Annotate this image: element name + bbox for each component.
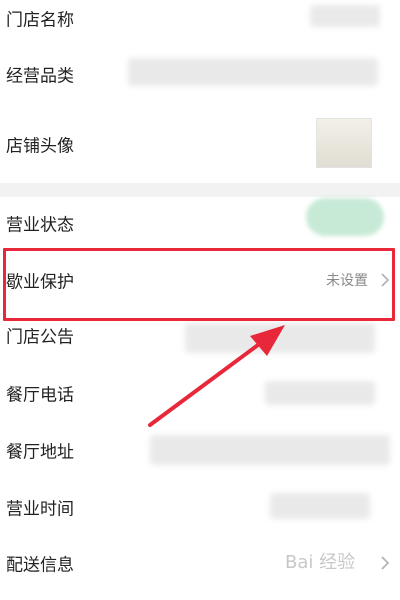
business-status-label: 营业状态 <box>6 215 74 236</box>
baidu-watermark: Bai 经验 <box>285 552 356 573</box>
store-name-label: 门店名称 <box>6 10 74 31</box>
phone-label: 餐厅电话 <box>6 385 74 406</box>
phone-value-blurred <box>265 381 375 405</box>
highlight-box <box>3 248 395 321</box>
row-address[interactable]: 餐厅地址 <box>0 421 400 480</box>
store-avatar[interactable] <box>316 118 372 168</box>
store-notice-value-blurred <box>185 323 375 353</box>
address-label: 餐厅地址 <box>6 442 74 463</box>
chevron-right-icon <box>381 556 390 570</box>
row-business-hours[interactable]: 营业时间 <box>0 479 400 536</box>
avatar-label: 店铺头像 <box>6 136 74 156</box>
row-phone[interactable]: 餐厅电话 <box>0 365 400 422</box>
business-hours-label: 营业时间 <box>6 499 74 520</box>
section-divider <box>0 183 400 197</box>
business-status-toggle[interactable] <box>306 198 384 236</box>
address-value-blurred <box>150 435 390 465</box>
category-value-blurred <box>128 58 378 86</box>
category-label: 经营品类 <box>6 66 74 87</box>
row-store-name[interactable]: 门店名称 <box>0 0 400 45</box>
store-name-value-blurred <box>310 5 380 27</box>
business-hours-value-blurred <box>270 493 370 519</box>
row-category[interactable]: 经营品类 <box>0 44 400 105</box>
store-notice-label: 门店公告 <box>6 327 74 348</box>
delivery-info-label: 配送信息 <box>6 555 74 576</box>
